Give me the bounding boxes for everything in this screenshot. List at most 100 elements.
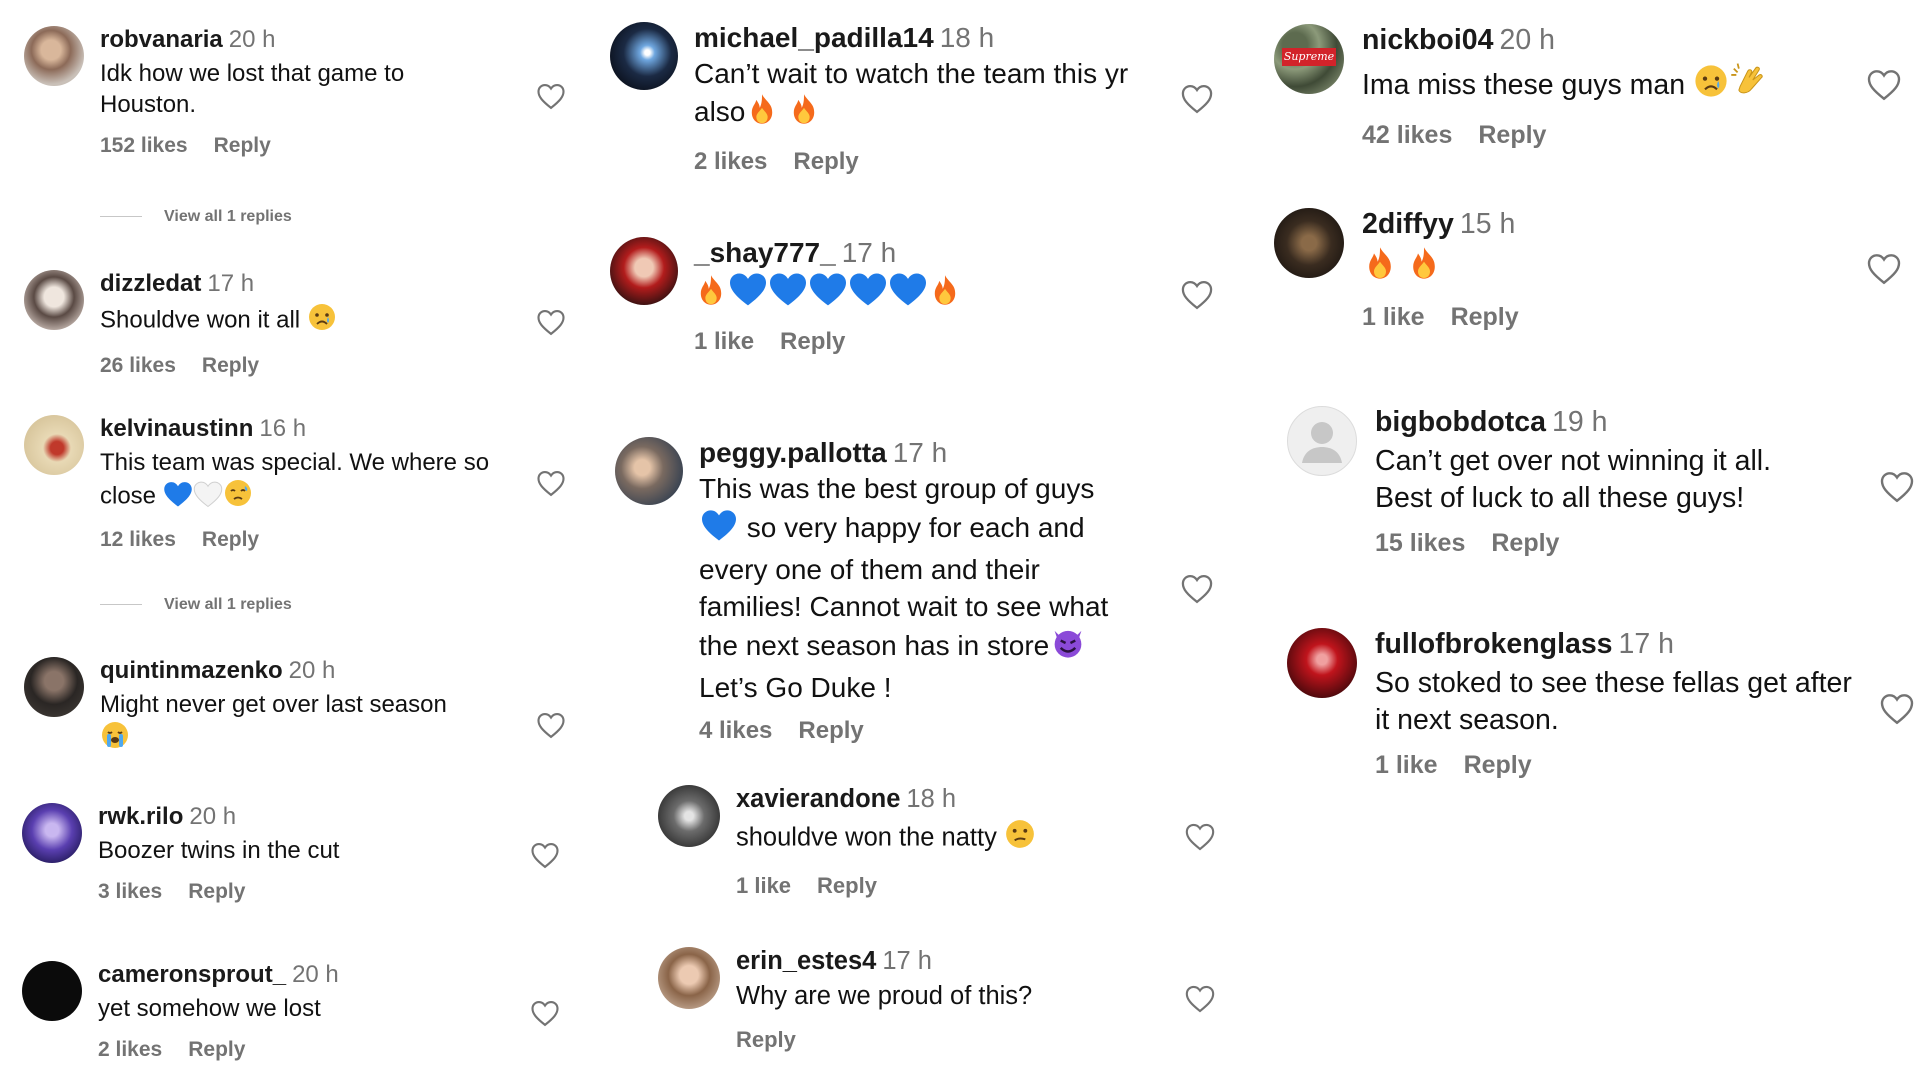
fire-icon bbox=[1406, 245, 1442, 291]
blue-heart-icon bbox=[728, 271, 768, 316]
username[interactable]: 2diffyy bbox=[1362, 208, 1454, 240]
likes-count[interactable]: 4 likes bbox=[699, 717, 772, 744]
avatar[interactable] bbox=[1274, 208, 1344, 278]
username[interactable]: bigbobdotca bbox=[1375, 406, 1546, 438]
username[interactable]: kelvinaustinn bbox=[100, 415, 253, 442]
blue-heart-icon bbox=[888, 271, 928, 316]
likes-count[interactable]: 152 likes bbox=[100, 134, 188, 157]
likes-count[interactable]: 12 likes bbox=[100, 528, 176, 551]
reply-button[interactable]: Reply bbox=[1478, 121, 1546, 149]
reply-button[interactable]: Reply bbox=[202, 354, 259, 377]
heart-icon[interactable] bbox=[1180, 83, 1214, 114]
avatar[interactable] bbox=[22, 803, 82, 863]
likes-count[interactable]: 1 like bbox=[694, 328, 754, 355]
view-replies-button[interactable]: View all 1 replies bbox=[100, 596, 292, 614]
avatar[interactable] bbox=[615, 437, 683, 505]
avatar[interactable] bbox=[24, 657, 84, 717]
heart-icon[interactable] bbox=[1184, 984, 1216, 1013]
reply-button[interactable]: Reply bbox=[214, 134, 271, 157]
fire-icon bbox=[1362, 245, 1398, 291]
heart-icon[interactable] bbox=[536, 469, 566, 497]
likes-count[interactable]: 26 likes bbox=[100, 354, 176, 377]
avatar[interactable] bbox=[1287, 628, 1357, 698]
white-heart-icon bbox=[193, 480, 223, 516]
comment-text: This was the best group of guys bbox=[699, 473, 1095, 504]
default-user-icon bbox=[1302, 422, 1342, 463]
username[interactable]: robvanaria bbox=[100, 26, 223, 53]
reply-button[interactable]: Reply bbox=[1464, 751, 1532, 779]
likes-count[interactable]: 2 likes bbox=[694, 148, 767, 175]
heart-icon[interactable] bbox=[1184, 822, 1216, 851]
comment-text: Can’t get over not winning it all. Best … bbox=[1375, 445, 1772, 515]
likes-count[interactable]: 15 likes bbox=[1375, 529, 1465, 557]
avatar[interactable] bbox=[24, 415, 84, 475]
reply-button[interactable]: Reply bbox=[188, 880, 245, 903]
timestamp: 17 h bbox=[892, 437, 948, 468]
heart-icon[interactable] bbox=[1866, 68, 1902, 101]
username[interactable]: michael_padilla14 bbox=[694, 22, 934, 53]
avatar[interactable] bbox=[610, 237, 678, 305]
heart-icon[interactable] bbox=[1879, 470, 1915, 503]
avatar[interactable] bbox=[658, 947, 720, 1009]
likes-count[interactable]: 3 likes bbox=[98, 880, 162, 903]
comment-text: Might never get over last season bbox=[100, 691, 447, 718]
comment-text: So stoked to see these fellas get after … bbox=[1375, 667, 1852, 737]
heart-icon[interactable] bbox=[1879, 692, 1915, 725]
reply-button[interactable]: Reply bbox=[736, 1027, 796, 1052]
reply-button[interactable]: Reply bbox=[188, 1038, 245, 1061]
likes-count[interactable]: 42 likes bbox=[1362, 121, 1452, 149]
comment-text bbox=[1362, 245, 1832, 291]
reply-button[interactable]: Reply bbox=[793, 148, 858, 175]
comment-text: Shouldve won it all bbox=[100, 306, 301, 334]
crying-face-icon bbox=[1693, 63, 1729, 109]
heart-icon[interactable] bbox=[1180, 279, 1214, 310]
username[interactable]: dizzledat bbox=[100, 270, 201, 297]
avatar[interactable] bbox=[24, 26, 84, 86]
username[interactable]: _shay777_ bbox=[694, 237, 836, 268]
likes-count[interactable]: 1 like bbox=[1362, 303, 1425, 331]
heart-icon[interactable] bbox=[536, 82, 566, 110]
reply-button[interactable]: Reply bbox=[798, 717, 863, 744]
heart-icon[interactable] bbox=[1180, 573, 1214, 604]
heart-icon[interactable] bbox=[530, 841, 560, 869]
avatar[interactable]: Supreme bbox=[1274, 24, 1344, 94]
blue-heart-icon bbox=[699, 508, 739, 552]
username[interactable]: erin_estes4 bbox=[736, 947, 876, 975]
timestamp: 18 h bbox=[906, 785, 957, 813]
loudly-crying-face-icon bbox=[100, 720, 130, 758]
comment-text: This team was special. We where so close bbox=[100, 449, 490, 510]
timestamp: 15 h bbox=[1459, 208, 1516, 240]
avatar[interactable] bbox=[22, 961, 82, 1021]
avatar[interactable] bbox=[658, 785, 720, 847]
username[interactable]: cameronsprout_ bbox=[98, 961, 286, 988]
reply-button[interactable]: Reply bbox=[780, 328, 845, 355]
username[interactable]: nickboi04 bbox=[1362, 24, 1493, 56]
avatar[interactable] bbox=[1287, 406, 1357, 476]
avatar[interactable] bbox=[610, 22, 678, 90]
reply-button[interactable]: Reply bbox=[1451, 303, 1519, 331]
smiling-devil-icon bbox=[1049, 626, 1087, 670]
username[interactable]: quintinmazenko bbox=[100, 657, 283, 684]
view-replies-button[interactable]: View all 1 replies bbox=[100, 208, 292, 226]
username[interactable]: fullofbrokenglass bbox=[1375, 628, 1613, 660]
heart-icon[interactable] bbox=[536, 308, 566, 336]
username[interactable]: xavierandone bbox=[736, 785, 900, 813]
likes-count[interactable]: 2 likes bbox=[98, 1038, 162, 1061]
username[interactable]: peggy.pallotta bbox=[699, 437, 887, 468]
avatar-logo-text: Supreme bbox=[1282, 48, 1336, 66]
comment-text: yet somehow we lost bbox=[98, 995, 321, 1022]
timestamp: 16 h bbox=[259, 415, 307, 442]
heart-icon[interactable] bbox=[1866, 252, 1902, 285]
likes-count[interactable]: 1 like bbox=[736, 873, 791, 898]
comment-text bbox=[694, 271, 1154, 316]
heart-icon[interactable] bbox=[530, 999, 560, 1027]
heart-icon[interactable] bbox=[536, 711, 566, 739]
crying-face-icon bbox=[307, 302, 337, 340]
reply-button[interactable]: Reply bbox=[1491, 529, 1559, 557]
reply-button[interactable]: Reply bbox=[817, 873, 877, 898]
reply-button[interactable]: Reply bbox=[202, 528, 259, 551]
username[interactable]: rwk.rilo bbox=[98, 803, 183, 830]
fire-icon bbox=[745, 92, 779, 135]
likes-count[interactable]: 1 like bbox=[1375, 751, 1438, 779]
avatar[interactable] bbox=[24, 270, 84, 330]
